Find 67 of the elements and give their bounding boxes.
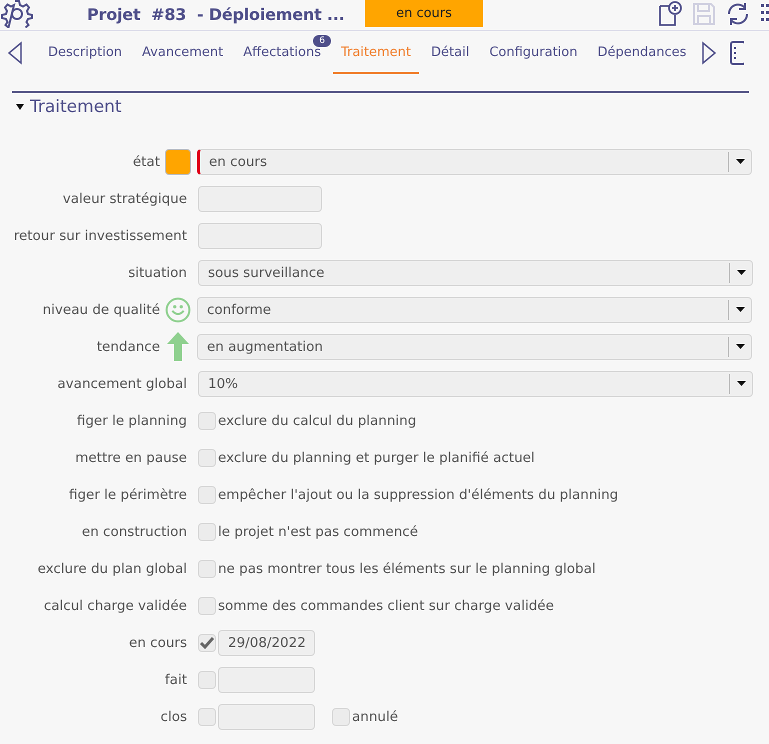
checkbox-label: somme des commandes client sur charge validée xyxy=(218,598,554,614)
arrow-up-icon xyxy=(167,332,189,361)
date-field[interactable] xyxy=(218,666,315,692)
select-field[interactable]: en cours xyxy=(197,148,752,174)
select-field[interactable]: 10% xyxy=(198,370,753,396)
settings-icon[interactable] xyxy=(1,0,33,28)
select-field[interactable]: en augmentation xyxy=(197,334,752,360)
checkbox[interactable] xyxy=(198,670,216,688)
window-title: Projet #83 - Déploiement ... xyxy=(87,4,346,24)
field-label: en cours xyxy=(128,634,187,650)
checkbox[interactable] xyxy=(198,448,216,466)
select-field[interactable]: conforme xyxy=(197,296,752,322)
tab[interactable]: Dépendances xyxy=(589,32,694,74)
caret-icon xyxy=(736,381,746,386)
checkbox[interactable] xyxy=(198,596,216,614)
tab[interactable]: Description xyxy=(40,32,130,74)
tab[interactable]: Affectations 6 xyxy=(235,32,329,74)
field-label: avancement global xyxy=(56,376,187,392)
count-badge: 6 xyxy=(313,34,331,46)
field-label: figer le périmètre xyxy=(68,486,187,502)
collapse-icon[interactable] xyxy=(16,104,24,110)
checkbox[interactable] xyxy=(198,486,216,504)
checkbox-label: empêcher l'ajout ou la suppression d'éléments du planning xyxy=(218,486,618,502)
checkbox-label: annulé xyxy=(352,708,398,724)
section-title[interactable]: Traitement xyxy=(30,97,122,117)
checkbox-label: le projet n'est pas commencé xyxy=(218,524,418,540)
date-field[interactable]: 29/08/2022 xyxy=(218,630,315,656)
field-label: fait xyxy=(164,672,187,688)
field-label: calcul charge validée xyxy=(42,598,187,614)
menu-icon[interactable] xyxy=(730,40,744,66)
field-label: tendance xyxy=(96,338,160,354)
scroll-left-icon[interactable] xyxy=(6,41,24,65)
field-label: situation xyxy=(127,264,187,280)
checkbox-label: exclure du planning et purger le planifié actuel xyxy=(218,450,535,466)
refresh-icon[interactable] xyxy=(725,1,751,27)
checkbox[interactable] xyxy=(198,522,216,540)
field-label: mettre en pause xyxy=(74,450,187,466)
checkbox-label: ne pas montrer tous les éléments sur le planning global xyxy=(218,560,596,576)
tab[interactable]: Configuration xyxy=(481,32,586,74)
field-label: état xyxy=(132,154,160,170)
tab[interactable]: Détail xyxy=(423,32,478,74)
field-label: retour sur investissement xyxy=(12,228,187,244)
new-document-icon[interactable] xyxy=(657,1,683,27)
select-field[interactable]: sous surveillance xyxy=(198,260,753,286)
caret-icon xyxy=(736,159,744,164)
scroll-right-icon[interactable] xyxy=(700,41,718,65)
date-field[interactable] xyxy=(218,704,315,730)
field-label: clos xyxy=(160,708,187,724)
checkbox[interactable] xyxy=(198,412,216,430)
checkbox[interactable] xyxy=(332,708,350,726)
checkbox[interactable] xyxy=(198,708,216,726)
caret-icon xyxy=(736,270,746,275)
caret-icon xyxy=(736,344,744,349)
field-label: niveau de qualité xyxy=(42,302,160,318)
checkmark-icon xyxy=(200,636,214,648)
field-label: en construction xyxy=(80,524,187,540)
input-field[interactable] xyxy=(198,186,322,212)
caret-icon xyxy=(736,307,744,312)
status-badge: en cours xyxy=(365,0,483,27)
field-label: exclure du plan global xyxy=(36,560,187,576)
field-label: valeur stratégique xyxy=(62,190,187,206)
field-label: figer le planning xyxy=(76,412,187,428)
checkbox-label: exclure du calcul du planning xyxy=(218,412,416,428)
checkbox[interactable] xyxy=(198,560,216,578)
input-field[interactable] xyxy=(198,222,322,248)
tab[interactable]: Avancement xyxy=(134,32,232,74)
checkbox[interactable] xyxy=(198,634,216,652)
